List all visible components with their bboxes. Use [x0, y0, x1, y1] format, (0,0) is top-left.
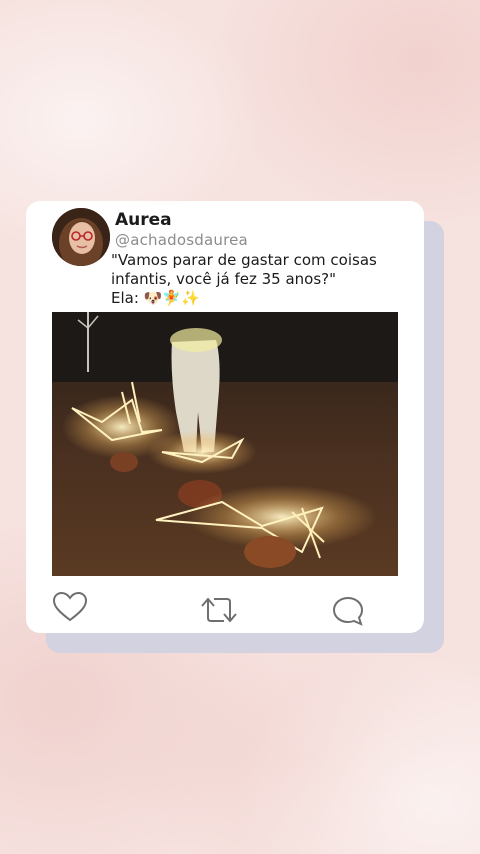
post-card: Aurea @achadosdaurea "Vamos parar de gas…	[26, 201, 424, 633]
post-text-line: "Vamos parar de gastar com coisas	[111, 251, 377, 269]
avatar[interactable]	[52, 208, 110, 266]
comment-icon[interactable]	[331, 595, 365, 627]
retweet-icon[interactable]	[198, 594, 240, 626]
post-text-line: Ela: 🐶🧚✨	[111, 289, 200, 307]
user-handle[interactable]: @achadosdaurea	[115, 231, 248, 249]
post-video[interactable]	[52, 312, 398, 576]
post-text: "Vamos parar de gastar com coisas infant…	[111, 251, 411, 308]
user-name[interactable]: Aurea	[115, 210, 172, 230]
post-text-line: infantis, você já fez 35 anos?"	[111, 270, 337, 288]
heart-icon[interactable]	[52, 591, 88, 623]
